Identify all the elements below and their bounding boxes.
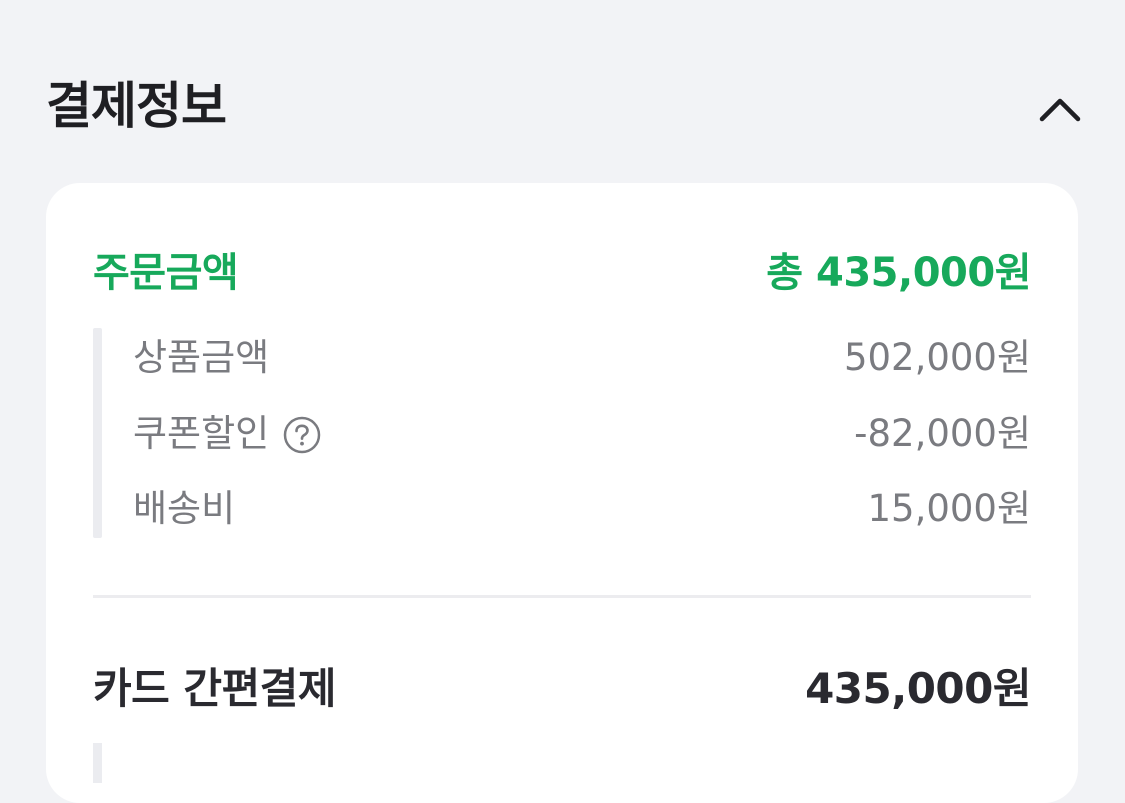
detail-indent-bar bbox=[93, 328, 102, 538]
divider bbox=[93, 595, 1031, 598]
payment-info-header[interactable]: 결제정보 bbox=[46, 72, 1086, 148]
shipping-fee-label: 배송비 bbox=[133, 487, 236, 530]
section-title: 결제정보 bbox=[46, 77, 227, 135]
payment-method-label: 카드 간편결제 bbox=[93, 664, 336, 713]
product-amount-row: 상품금액 502,000원 bbox=[133, 330, 1031, 386]
coupon-discount-row: 쿠폰할인 -82,000원 bbox=[133, 406, 1031, 462]
order-total-value: 총 435,000원 bbox=[766, 250, 1031, 296]
payment-info-card: 주문금액 총 435,000원 상품금액 502,000원 쿠폰할인 -82,0… bbox=[46, 183, 1078, 803]
order-total-label: 주문금액 bbox=[93, 250, 239, 296]
order-total-row: 주문금액 총 435,000원 bbox=[93, 245, 1031, 301]
question-circle-icon[interactable] bbox=[283, 414, 321, 453]
chevron-up-icon[interactable] bbox=[1034, 84, 1086, 136]
product-amount-label: 상품금액 bbox=[133, 336, 270, 379]
shipping-fee-row: 배송비 15,000원 bbox=[133, 481, 1031, 537]
payment-method-value: 435,000원 bbox=[805, 664, 1031, 713]
coupon-discount-label-group: 쿠폰할인 bbox=[133, 406, 321, 462]
payment-method-row: 카드 간편결제 435,000원 bbox=[93, 661, 1031, 717]
coupon-discount-label: 쿠폰할인 bbox=[133, 412, 270, 455]
coupon-discount-value: -82,000원 bbox=[854, 412, 1031, 455]
shipping-fee-value: 15,000원 bbox=[867, 487, 1031, 530]
product-amount-value: 502,000원 bbox=[843, 336, 1031, 379]
payment-indent-bar bbox=[93, 743, 102, 783]
